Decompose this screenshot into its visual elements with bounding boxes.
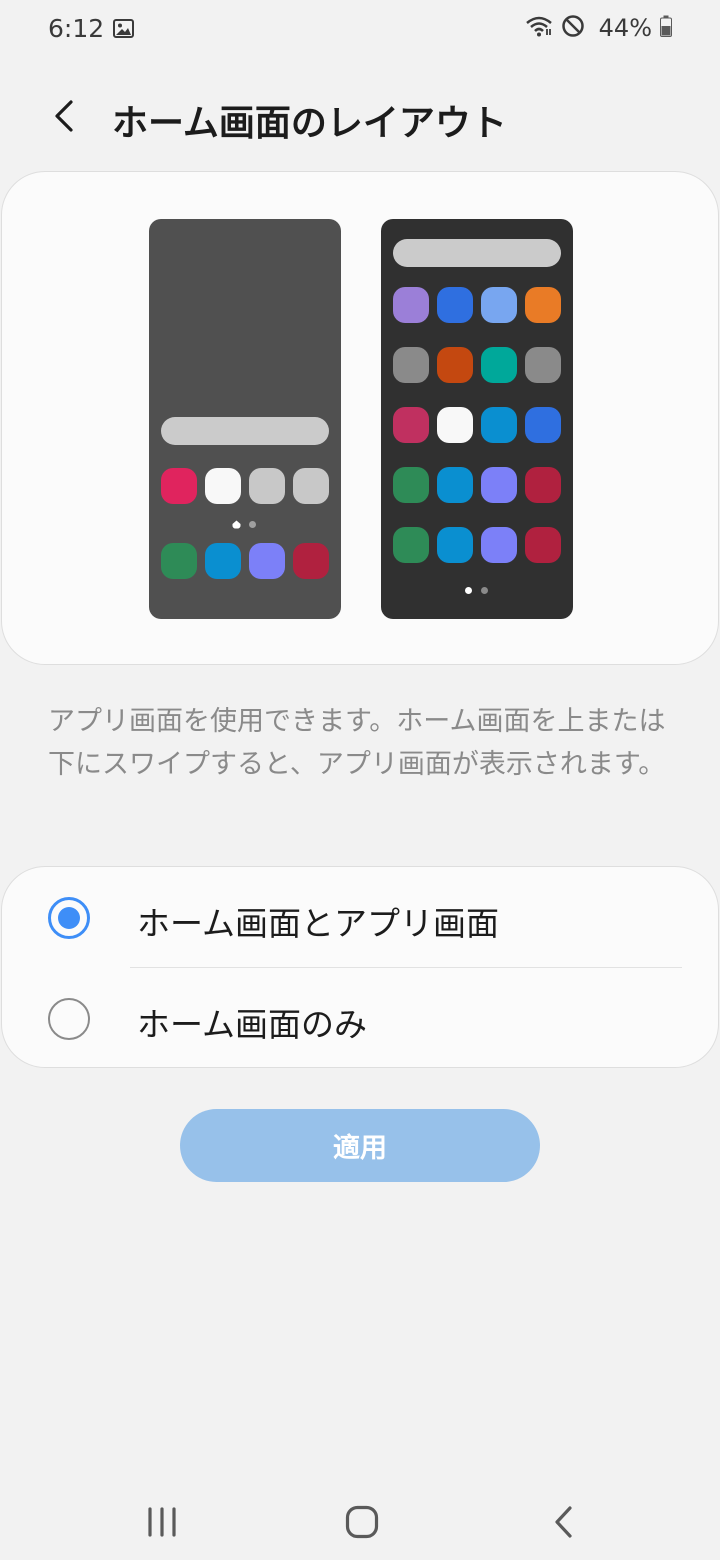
- radio-button-selected[interactable]: [48, 897, 90, 939]
- option-home-and-apps[interactable]: ホーム画面とアプリ画面: [2, 867, 720, 968]
- recents-button[interactable]: [132, 1492, 192, 1552]
- preview-app-icon: [525, 527, 561, 563]
- battery-percent: 44%: [598, 14, 652, 42]
- preview-app-icon: [525, 287, 561, 323]
- home-screen-preview: [149, 219, 341, 619]
- preview-app-icon: [437, 287, 473, 323]
- preview-app-icon: [393, 287, 429, 323]
- preview-app-icon: [293, 543, 329, 579]
- preview-app-icon: [481, 467, 517, 503]
- preview-app-icon: [393, 347, 429, 383]
- preview-app-icon: [293, 468, 329, 504]
- preview-app-icon: [481, 527, 517, 563]
- do-not-disturb-icon: [561, 14, 585, 42]
- option-home-only[interactable]: ホーム画面のみ: [2, 968, 720, 1068]
- status-icons: 44%: [525, 14, 672, 42]
- preview-app-icon: [249, 468, 285, 504]
- preview-app-icon: [393, 467, 429, 503]
- layout-description: アプリ画面を使用できます。ホーム画面を上または下にスワイプすると、アプリ画面が表…: [48, 706, 666, 780]
- back-icon: [555, 1506, 572, 1538]
- preview-app-icon: [393, 527, 429, 563]
- preview-search-bar: [161, 417, 329, 445]
- preview-app-icon: [205, 468, 241, 504]
- home-icon: [345, 1505, 379, 1539]
- preview-app-icon: [393, 407, 429, 443]
- status-time: 6:12: [48, 14, 105, 43]
- wifi-icon: [525, 15, 553, 41]
- home-button[interactable]: [332, 1492, 392, 1552]
- preview-app-icon: [525, 407, 561, 443]
- preview-app-icon: [205, 543, 241, 579]
- image-icon: [113, 19, 134, 42]
- recents-icon: [148, 1507, 176, 1537]
- preview-app-icon: [481, 347, 517, 383]
- page-indicator-dot: [249, 521, 256, 528]
- option-label: ホーム画面とアプリ画面: [137, 904, 500, 943]
- preview-app-icon: [249, 543, 285, 579]
- battery-icon: [660, 15, 672, 41]
- navigation-bar: [0, 1480, 720, 1560]
- preview-search-bar: [393, 239, 561, 267]
- page-indicator-dot: [481, 587, 488, 594]
- option-label: ホーム画面のみ: [137, 1005, 368, 1044]
- preview-app-icon: [525, 347, 561, 383]
- page-title: ホーム画面のレイアウト: [112, 103, 507, 144]
- preview-app-icon: [437, 527, 473, 563]
- apps-screen-preview: [381, 219, 573, 619]
- chevron-left-icon: [55, 100, 73, 132]
- preview-app-icon: [161, 543, 197, 579]
- preview-app-icon: [481, 407, 517, 443]
- page-indicator-dot-active: [465, 587, 472, 594]
- status-bar: 6:12 44%: [0, 0, 720, 62]
- screen: 6:12 44% ホーム画面のレイアウト アプリ画面を使用できます。ホーム画面を…: [0, 0, 720, 1560]
- preview-app-icon: [437, 407, 473, 443]
- preview-app-icon: [437, 467, 473, 503]
- preview-app-icon: [481, 287, 517, 323]
- nav-back-button[interactable]: [534, 1492, 594, 1552]
- preview-app-icon: [525, 467, 561, 503]
- home-dot-icon: [232, 520, 241, 529]
- preview-app-icon: [161, 468, 197, 504]
- layout-preview-card: [1, 171, 719, 665]
- preview-app-icon: [437, 347, 473, 383]
- layout-options-card: ホーム画面とアプリ画面 ホーム画面のみ: [1, 866, 719, 1068]
- radio-button[interactable]: [48, 998, 90, 1040]
- header: ホーム画面のレイアウト: [0, 84, 720, 150]
- apply-button[interactable]: 適用: [180, 1109, 540, 1182]
- back-button[interactable]: [40, 92, 88, 140]
